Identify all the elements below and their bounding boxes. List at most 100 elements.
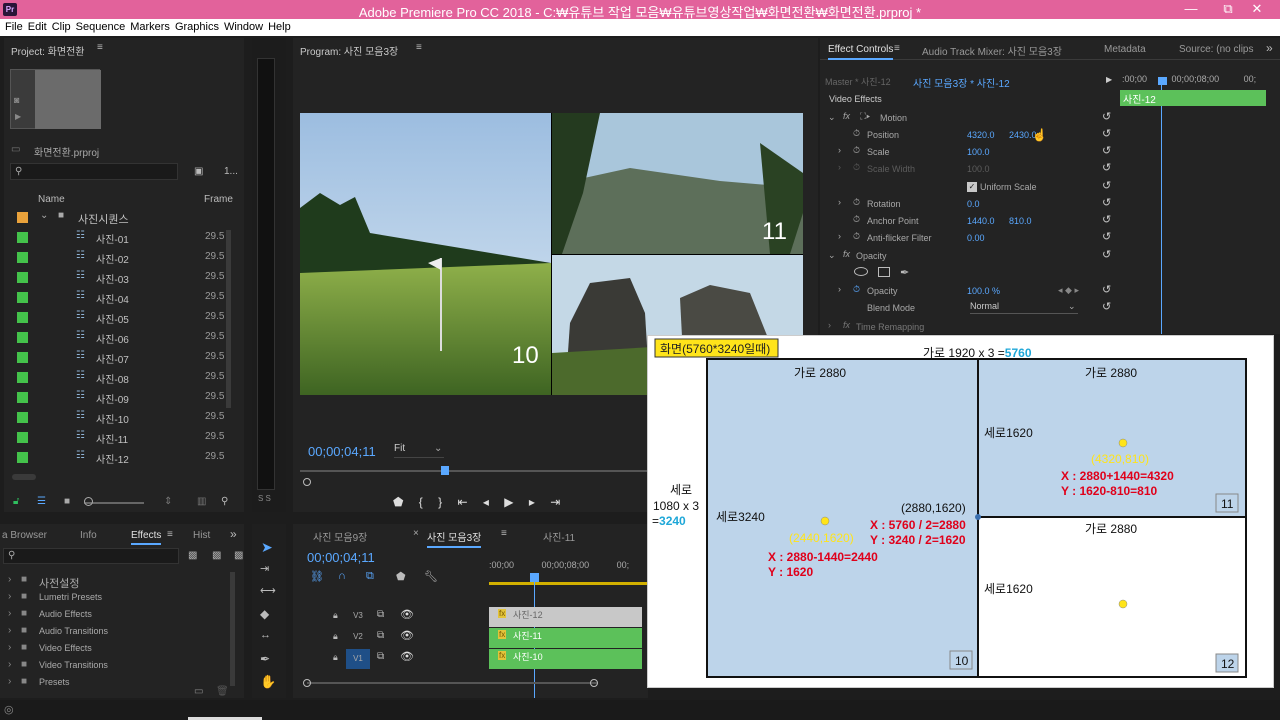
tab-sequence-9[interactable]: 사진 모음9장 [313, 529, 367, 544]
tab-effect-controls[interactable]: Effect Controls [828, 44, 894, 60]
add-marker-icon[interactable]: ⬟ [396, 570, 406, 583]
blend-mode-dropdown[interactable]: Normal ⌄ [970, 301, 1078, 314]
chevron-down-icon[interactable]: ⌄ [40, 210, 48, 221]
opacity-section-row[interactable]: ⌄ fx Opacity ↺ [820, 248, 1120, 265]
reset-icon[interactable]: ↺ [1102, 302, 1113, 313]
tab-clip-11[interactable]: 사진-11 [543, 529, 575, 544]
zoom-slider-handle[interactable] [84, 497, 93, 506]
scale-value[interactable]: 100.0 [967, 147, 990, 157]
chevron-right-icon[interactable]: › [838, 197, 841, 207]
tab-sequence-3[interactable]: 사진 모음3장 [427, 529, 482, 548]
chevron-down-icon[interactable]: ⌄ [828, 250, 836, 261]
reset-icon[interactable]: ↺ [1102, 181, 1113, 192]
icon-view-icon[interactable]: ■ [64, 496, 70, 507]
timeline-clip[interactable]: fx 사진-12 [489, 607, 642, 627]
project-item-row[interactable]: ☷ 사진-11 29.5 [4, 427, 242, 447]
effects-folder[interactable]: › ■ 사전설정 [0, 572, 228, 590]
reset-icon[interactable]: ↺ [1102, 112, 1113, 123]
opacity-row[interactable]: › ⏱ Opacity 100.0 % ◂ ◆ ▸ ↺ [820, 283, 1120, 300]
chevron-right-icon[interactable]: › [8, 625, 11, 636]
32bit-effects-icon[interactable]: ▩ [212, 550, 221, 561]
program-timecode[interactable]: 00;00;04;11 [308, 444, 376, 459]
list-view-icon[interactable]: ☰ [37, 496, 46, 507]
mark-out-icon[interactable]: } [438, 495, 442, 509]
stopwatch-icon[interactable]: ⏱ [853, 197, 860, 208]
anchor-y-value[interactable]: 810.0 [1009, 216, 1032, 226]
chevron-right-icon[interactable]: › [838, 284, 841, 294]
reset-icon[interactable]: ↺ [1102, 146, 1113, 157]
track-label[interactable]: V1 [346, 649, 370, 669]
chevron-right-icon[interactable]: › [8, 676, 11, 687]
razor-tool-icon[interactable]: ◆ [260, 607, 269, 621]
chevron-right-icon[interactable]: › [8, 608, 11, 619]
reset-icon[interactable]: ↺ [1102, 285, 1113, 296]
tab-source[interactable]: Source: (no clips [1179, 44, 1253, 55]
scale-row[interactable]: › ⏱ Scale 100.0 ↺ [820, 144, 1120, 161]
lock-icon[interactable]: 🔓︎ [13, 496, 19, 507]
project-item-row[interactable]: ☷ 사진-02 29.5 [4, 247, 242, 267]
hand-tool-icon[interactable]: ✋ [260, 674, 276, 690]
tab-history[interactable]: Hist [193, 530, 210, 541]
overflow-icon[interactable]: » [1266, 41, 1273, 55]
bin-row[interactable]: ⌄ ■ 사진시퀀스 [4, 207, 242, 227]
scroll-handle-left[interactable] [303, 679, 311, 687]
effects-folder[interactable]: › ■ Audio Effects [0, 606, 228, 622]
vertical-scrollbar[interactable] [226, 230, 231, 408]
chevron-right-icon[interactable]: › [838, 145, 841, 155]
step-back-icon[interactable]: ◂ [483, 495, 489, 509]
effects-folder[interactable]: › ■ Video Effects [0, 640, 228, 656]
find-icon[interactable]: ⚲ [221, 496, 228, 507]
playhead-marker[interactable] [441, 466, 449, 475]
chevron-right-icon[interactable]: › [8, 642, 11, 653]
anti-flicker-row[interactable]: › ⏱ Anti-flicker Filter 0.00 ↺ [820, 230, 1120, 247]
close-button[interactable]: ✕ [1243, 0, 1271, 19]
time-remapping-row[interactable]: › fx Time Remapping [820, 319, 1120, 336]
transform-icon[interactable]: ⛶▸ [860, 111, 870, 122]
timeline-scrollbar[interactable] [307, 682, 597, 684]
reset-icon[interactable]: ↺ [1102, 198, 1113, 209]
chevron-right-icon[interactable]: › [8, 659, 11, 670]
reset-icon[interactable]: ↺ [1102, 232, 1113, 243]
wrench-icon[interactable]: 🔧︎ [424, 570, 438, 583]
track-lock-icon[interactable]: 🔒︎ [333, 631, 338, 642]
panel-menu-icon[interactable]: ≡ [894, 43, 900, 54]
track-lock-icon[interactable]: 🔒︎ [333, 610, 338, 621]
tab-media-browser[interactable]: a Browser [2, 530, 47, 541]
play-icon[interactable]: ▶ [504, 495, 513, 509]
marker-icon[interactable]: ⬟ [393, 495, 403, 509]
new-bin-icon[interactable]: ▭ [194, 686, 203, 697]
track-select-tool-icon[interactable]: ⇥ [260, 562, 269, 575]
zoom-handle[interactable] [303, 478, 311, 486]
anchor-x-value[interactable]: 1440.0 [967, 216, 995, 226]
reset-icon[interactable]: ↺ [1102, 250, 1113, 261]
timeline-playhead-marker[interactable] [530, 573, 539, 582]
ripple-edit-tool-icon[interactable]: ⟷ [260, 584, 276, 597]
panel-menu-icon[interactable]: ≡ [97, 42, 103, 53]
stopwatch-active-icon[interactable]: ⏱ [853, 284, 860, 295]
rotation-value[interactable]: 0.0 [967, 199, 980, 209]
menu-help[interactable]: Help [263, 19, 291, 33]
overflow-icon[interactable]: » [230, 527, 237, 541]
stopwatch-icon[interactable]: ⏱ [853, 128, 860, 139]
menu-clip[interactable]: Clip [47, 19, 71, 33]
stopwatch-icon[interactable]: ⏱ [853, 231, 860, 242]
fx-icon[interactable]: fx [843, 111, 850, 121]
rectangle-mask-icon[interactable] [878, 267, 890, 277]
anchor-point-row[interactable]: ⏱ Anchor Point 1440.0 810.0 ↺ [820, 213, 1120, 230]
track-label[interactable]: V3 [346, 609, 370, 623]
close-icon[interactable]: × [413, 528, 419, 539]
master-clip-label[interactable]: Master * 사진-12 [825, 75, 891, 88]
track-output-icon[interactable]: ⧉ [377, 609, 384, 620]
effects-folder[interactable]: › ■ Audio Transitions [0, 623, 228, 639]
stopwatch-icon[interactable]: ⏱ [853, 145, 860, 156]
delete-icon[interactable]: 🗑︎ [216, 686, 229, 697]
project-item-row[interactable]: ☷ 사진-04 29.5 [4, 287, 242, 307]
reset-icon[interactable]: ↺ [1102, 215, 1113, 226]
reset-icon[interactable]: ↺ [1102, 163, 1113, 174]
eye-icon[interactable]: 👁︎ [400, 629, 414, 642]
effects-folder[interactable]: › ■ Video Transitions [0, 657, 228, 673]
sort-icon[interactable]: ⇕ [164, 496, 172, 507]
work-area-bar[interactable] [489, 582, 649, 585]
menu-window[interactable]: Window [219, 19, 263, 33]
step-forward-icon[interactable]: ▸ [529, 495, 535, 509]
